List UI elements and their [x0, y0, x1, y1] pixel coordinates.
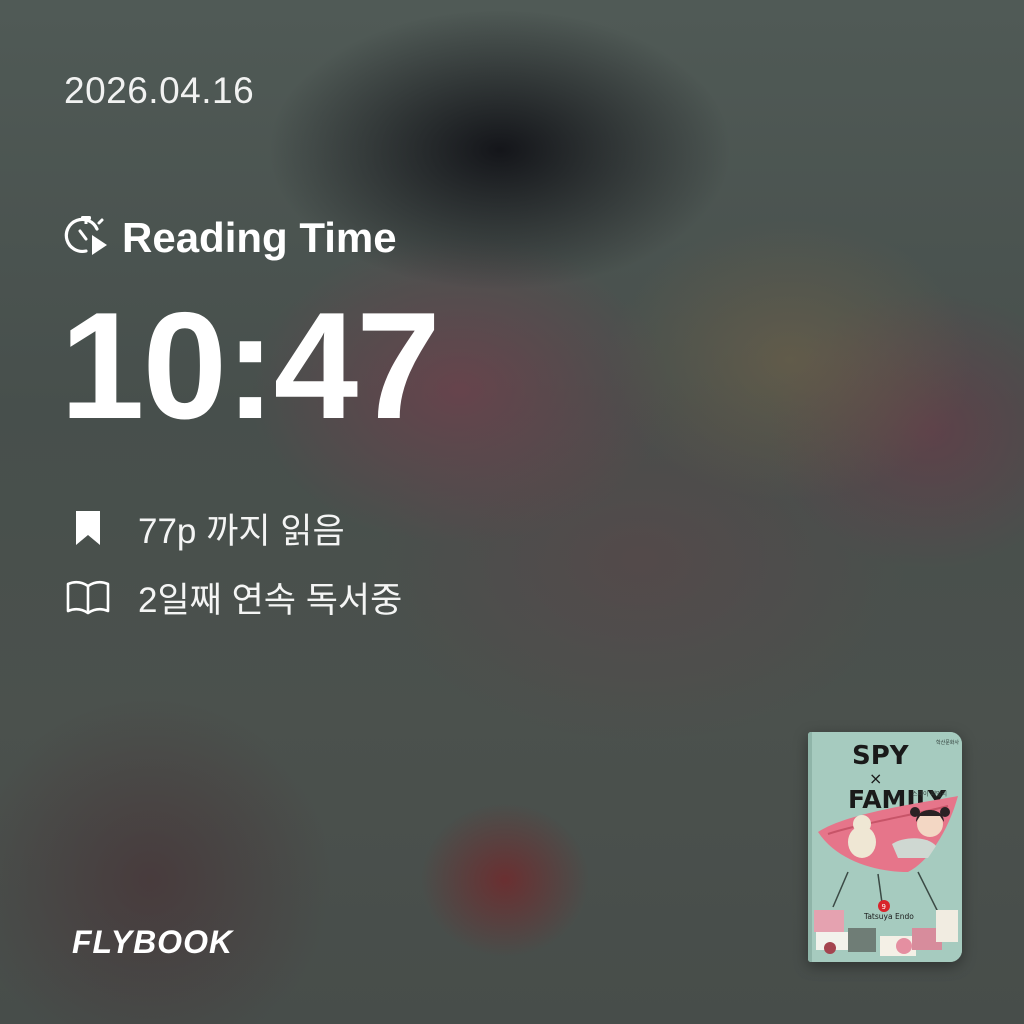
svg-text:Tatsuya Endo: Tatsuya Endo: [863, 912, 914, 921]
reading-time-header: Reading Time: [64, 210, 397, 266]
date-label: 2026.04.16: [64, 70, 255, 111]
stopwatch-play-icon: [64, 213, 110, 264]
svg-text:학산문화사: 학산문화사: [936, 739, 959, 746]
open-book-icon: [64, 575, 112, 619]
reading-time-label: Reading Time: [122, 214, 397, 261]
reading-streak-text: 2일째 연속 독서중: [138, 580, 403, 620]
reading-time-value: 10:47: [60, 281, 441, 451]
pages-read-row: 77p 까지 읽음: [64, 506, 345, 551]
bookmark-icon: [64, 506, 112, 550]
svg-text:스파이 패밀리: 스파이 패밀리: [912, 790, 947, 798]
flybook-logo: FLYBOOK: [72, 924, 234, 960]
svg-text:SPY: SPY: [852, 741, 910, 771]
book-cover[interactable]: 학산문화사 SPY × FAMILY 스파이 패밀리 9 Tatsuya End…: [808, 732, 962, 962]
pages-read-text: 77p 까지 읽음: [138, 511, 345, 551]
svg-text:9: 9: [882, 903, 886, 911]
reading-streak-row: 2일째 연속 독서중: [64, 575, 402, 620]
